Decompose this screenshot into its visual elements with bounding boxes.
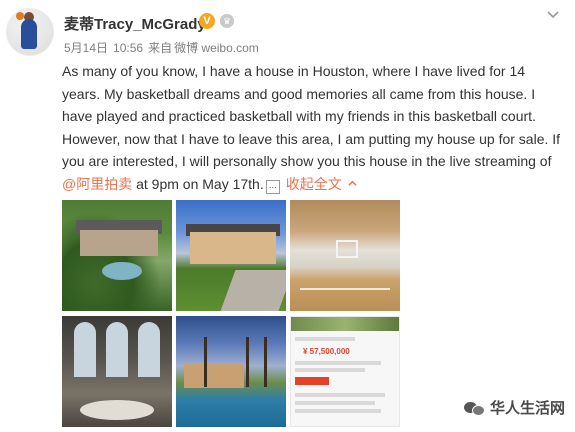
window	[138, 322, 160, 377]
palm-tree	[264, 337, 267, 387]
verified-badge-icon[interactable]: V	[199, 13, 215, 29]
post-body-end: at 9pm on May 17th.	[132, 175, 264, 192]
listing-text-line	[295, 401, 375, 405]
window	[74, 322, 96, 377]
listing-text-line	[295, 368, 365, 372]
palm-tree	[246, 337, 249, 387]
auction-listing-screenshot[interactable]: ¥ 57,500,000	[290, 316, 400, 427]
post-text: As many of you know, I have a house in H…	[62, 60, 567, 195]
house-body	[184, 364, 244, 388]
post-date[interactable]: 5月14日	[64, 41, 108, 55]
window	[106, 322, 128, 377]
basketball-hoop-icon	[336, 240, 358, 258]
aerial-mansion-photo[interactable]	[62, 200, 172, 311]
house-body	[80, 230, 158, 256]
post-meta: 5月14日 10:56 来自 微博 weibo.com	[64, 39, 264, 56]
watermark-label: 华人生活网	[489, 400, 565, 417]
username[interactable]: 麦蒂Tracy_McGrady	[64, 13, 206, 34]
mansion-front-photo[interactable]	[176, 200, 286, 311]
listing-title-line	[295, 337, 355, 341]
wechat-icon	[463, 400, 485, 416]
collapse-full-text-link[interactable]: 收起全文	[286, 176, 342, 192]
listing-text-line	[295, 393, 385, 397]
listing-text-line	[295, 361, 381, 365]
basketball-icon	[16, 12, 24, 20]
living-room-photo[interactable]	[62, 316, 172, 427]
listing-banner	[291, 317, 399, 331]
pool	[102, 262, 142, 280]
chevron-up-icon[interactable]	[348, 172, 357, 186]
post-time[interactable]: 10:56	[113, 41, 143, 55]
listing-text-line	[295, 409, 381, 413]
avatar[interactable]	[6, 8, 54, 56]
mention-link[interactable]: @阿里拍卖	[62, 176, 132, 192]
source-prefix: 来自	[148, 41, 173, 55]
post-body: As many of you know, I have a house in H…	[62, 63, 561, 169]
avatar-figure	[21, 19, 37, 49]
crown-badge-icon[interactable]: ♛	[220, 14, 234, 28]
more-icon: …	[265, 179, 280, 194]
listing-bid-button	[295, 377, 329, 385]
listing-price: ¥ 57,500,000	[303, 347, 350, 356]
house-body	[190, 232, 276, 264]
driveway	[220, 270, 286, 311]
chevron-down-icon[interactable]	[547, 8, 559, 20]
pool-backyard-photo[interactable]	[176, 316, 286, 427]
court-line	[300, 288, 390, 290]
rug	[80, 400, 154, 420]
palm-tree	[204, 337, 207, 387]
post-source[interactable]: 微博 weibo.com	[174, 41, 259, 55]
basketball-court-photo[interactable]	[290, 200, 400, 311]
watermark: 华人生活网	[463, 397, 565, 418]
